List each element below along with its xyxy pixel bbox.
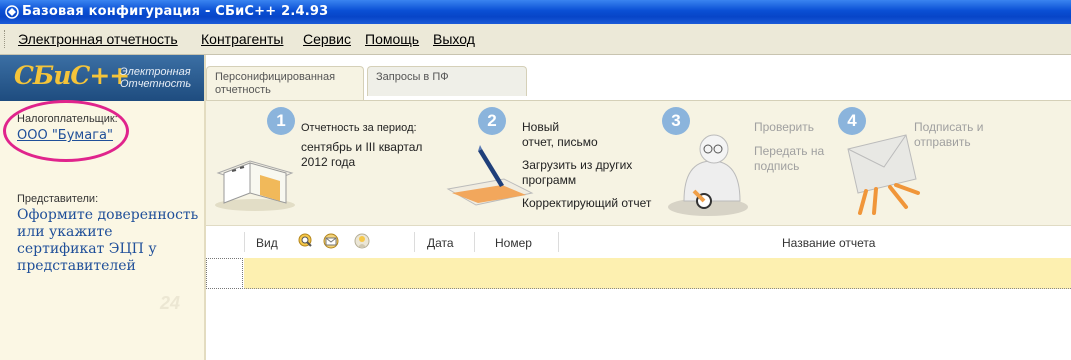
title-bar: Базовая конфигурация - СБиС++ 2.4.93 xyxy=(0,0,1071,24)
logo-subtitle-line2: Отчетность xyxy=(120,78,192,90)
menu-item-label: Выход xyxy=(433,31,475,47)
menu-grip[interactable] xyxy=(4,30,8,48)
period-value-line1: сентябрь и III квартал xyxy=(301,140,423,154)
period-label: Отчетность за период: xyxy=(301,122,417,134)
calendar-icon[interactable] xyxy=(210,143,300,213)
logo: СБиС++ xyxy=(14,61,130,90)
column-header-report-name[interactable]: Название отчета xyxy=(782,236,875,250)
menu-item-label: Сервис xyxy=(303,31,351,47)
step-4-badge: 4 xyxy=(838,107,866,135)
search-icon[interactable] xyxy=(298,233,314,249)
menu-bar: Электронная отчетность Контрагенты Серви… xyxy=(0,24,1071,55)
corrective-report-link[interactable]: Корректирующий отчет xyxy=(522,196,651,211)
sidebar: СБиС++ Электронная Отчетность Налогоплат… xyxy=(0,55,206,360)
signature-icon[interactable] xyxy=(354,233,370,249)
column-separator xyxy=(414,232,415,252)
wizard-steps: 1 Отчетность за период: сентябрь и III к… xyxy=(206,101,1071,226)
representatives-link[interactable]: Оформите доверенность или укажите сертиф… xyxy=(17,207,203,275)
load-line2: программ xyxy=(522,173,577,187)
menu-item-help[interactable]: Помощь xyxy=(365,31,419,47)
new-report-link[interactable]: Новый отчет, письмо xyxy=(522,120,598,150)
menu-item-label: Помощь xyxy=(365,31,420,47)
column-header-number[interactable]: Номер xyxy=(495,236,532,250)
send-line2: подпись xyxy=(754,159,800,173)
load-from-other-programs-link[interactable]: Загрузить из других программ xyxy=(522,158,632,188)
step-3-badge: 3 xyxy=(662,107,690,135)
mail-icon[interactable] xyxy=(323,233,339,249)
tab-personified-reporting[interactable]: Персонифицированная отчетность xyxy=(206,66,364,100)
column-header-date[interactable]: Дата xyxy=(427,236,454,250)
menu-item-service[interactable]: Сервис xyxy=(303,31,351,47)
new-report-line1: Новый xyxy=(522,120,560,134)
tab-pf-requests[interactable]: Запросы в ПФ xyxy=(367,66,527,96)
table-header: Вид Дата Номер Название отчета xyxy=(206,226,1071,258)
column-header-type[interactable]: Вид xyxy=(256,236,278,250)
row-selected-fill[interactable] xyxy=(244,258,1071,289)
menu-item-exit[interactable]: Выход xyxy=(433,31,475,47)
column-separator xyxy=(474,232,475,252)
period-link[interactable]: сентябрь и III квартал 2012 года xyxy=(301,140,422,170)
step-2-badge: 2 xyxy=(478,107,506,135)
taxpayer-label: Налогоплательщик: xyxy=(17,113,118,125)
menu-item-counterparties[interactable]: Контрагенты xyxy=(201,31,283,47)
load-line1: Загрузить из других xyxy=(522,158,633,172)
logo-subtitle: Электронная Отчетность xyxy=(120,66,191,90)
period-value-line2: 2012 года xyxy=(301,155,356,169)
check-link[interactable]: Проверить xyxy=(754,120,814,135)
logo-band: СБиС++ Электронная Отчетность xyxy=(0,55,204,101)
main-panel: Персонифицированная отчетность Запросы в… xyxy=(206,55,1071,360)
column-separator xyxy=(558,232,559,252)
column-separator xyxy=(244,232,245,252)
logo-subtitle-line1: Электронная xyxy=(120,66,191,78)
table-row[interactable] xyxy=(206,258,1071,290)
watermark: 24 xyxy=(160,293,181,313)
menu-item-label: Электронная отчетность xyxy=(18,31,178,47)
row-selector-cell[interactable] xyxy=(206,258,243,289)
send-for-signature-link[interactable]: Передать на подпись xyxy=(754,144,824,174)
sign-line1: Подписать и xyxy=(914,120,984,134)
new-report-line2: отчет, письмо xyxy=(522,135,598,149)
sign-and-send-link[interactable]: Подписать и отправить xyxy=(914,120,983,150)
send-line1: Передать на xyxy=(754,144,825,158)
tab-strip: Персонифицированная отчетность Запросы в… xyxy=(206,55,1071,101)
tab-label: Персонифицированная отчетность xyxy=(215,71,336,96)
menu-item-label: Контрагенты xyxy=(201,31,284,47)
app-icon[interactable] xyxy=(4,4,20,20)
sign-line2: отправить xyxy=(914,135,971,149)
inspector-icon xyxy=(668,134,748,216)
menu-item-e-reporting[interactable]: Электронная отчетность xyxy=(18,31,178,47)
window-title: Базовая конфигурация - СБиС++ 2.4.93 xyxy=(22,4,329,19)
step-1-badge: 1 xyxy=(267,107,295,135)
tab-label: Запросы в ПФ xyxy=(376,71,449,83)
taxpayer-link[interactable]: ООО "Бумага" xyxy=(17,128,113,143)
representatives-label: Представители: xyxy=(17,193,99,205)
